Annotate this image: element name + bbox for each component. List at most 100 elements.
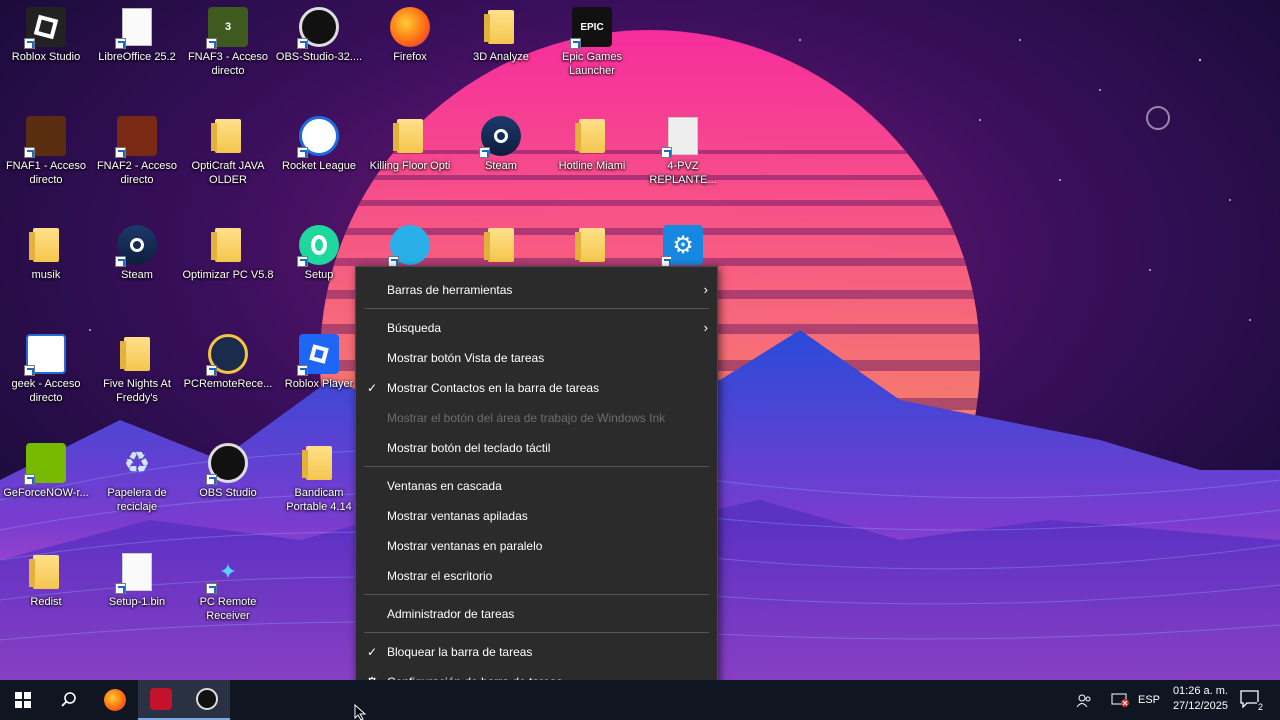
search-button[interactable] — [46, 680, 92, 720]
desktop-icon[interactable]: OBS Studio — [182, 436, 274, 500]
menu-separator — [364, 632, 709, 633]
pc-remote-receiver-icon: ✦ — [206, 551, 249, 594]
desktop-icon[interactable]: Roblox Player — [273, 327, 365, 391]
taskbar-game[interactable] — [138, 680, 184, 720]
desktop-icon[interactable] — [364, 218, 456, 268]
steam-icon — [115, 224, 158, 267]
shortcut-arrow-icon — [297, 147, 308, 158]
desktop-icon[interactable]: ⚙ — [637, 218, 729, 268]
clock[interactable]: 01:26 a. m. 27/12/2025 — [1173, 684, 1228, 714]
desktop-icon[interactable]: Five Nights At Freddy's — [91, 327, 183, 405]
desktop-icon[interactable]: Steam — [455, 109, 547, 173]
app-icon — [388, 224, 431, 267]
network-disconnected-icon[interactable] — [1111, 693, 1129, 710]
menu-item[interactable]: Mostrar botón Vista de tareas — [356, 343, 717, 373]
desktop-icon-label: GeForceNOW-r... — [3, 487, 89, 499]
desktop-icon-label: Steam — [121, 269, 153, 281]
clock-date: 27/12/2025 — [1172, 700, 1228, 712]
desktop-icon-label: Roblox Studio — [11, 51, 81, 63]
settings-file-icon — [661, 115, 704, 158]
firefox-icon — [389, 6, 431, 48]
menu-item[interactable]: ✓ Mostrar Contactos en la barra de tareas — [356, 373, 717, 403]
desktop-icon[interactable]: musik — [0, 218, 92, 282]
desktop-icon[interactable]: PCRemoteRece... — [182, 327, 274, 391]
desktop-icon[interactable]: Roblox Studio — [0, 0, 92, 64]
desktop-icon-label: musik — [31, 269, 61, 281]
shortcut-arrow-icon — [24, 474, 35, 485]
desktop-icon[interactable]: Killing Floor Opti — [364, 109, 456, 173]
action-center-button[interactable]: 2 — [1240, 690, 1264, 712]
menu-item[interactable]: Ventanas en cascada — [356, 471, 717, 501]
folder-icon — [25, 551, 67, 593]
shortcut-arrow-icon — [115, 583, 126, 594]
gear-icon: ⚙ — [661, 224, 704, 267]
desktop-icon-label: Killing Floor Opti — [369, 160, 451, 172]
desktop-icon[interactable]: Optimizar PC V5.8 — [182, 218, 274, 282]
desktop-icon[interactable]: Firefox — [364, 0, 456, 64]
desktop-icon[interactable]: OptiCraft JAVA OLDER — [182, 109, 274, 187]
menu-item-label: Búsqueda — [387, 321, 442, 335]
desktop-icon-label: 4-PVZ REPLANTE... — [649, 160, 717, 186]
folder-icon — [571, 224, 613, 266]
desktop-icon-label: LibreOffice 25.2 — [98, 51, 176, 63]
menu-item[interactable]: Mostrar ventanas en paralelo — [356, 531, 717, 561]
desktop-icon[interactable]: Bandicam Portable 4.14 — [273, 436, 365, 514]
desktop-icon-label: FNAF2 - Acceso directo — [96, 160, 178, 186]
shortcut-arrow-icon — [297, 38, 308, 49]
menu-item[interactable]: Mostrar ventanas apiladas — [356, 501, 717, 531]
desktop-icon[interactable]: Setup-1.bin — [91, 545, 183, 609]
geek-icon — [24, 333, 67, 376]
desktop-icon[interactable]: FNAF1 - Acceso directo — [0, 109, 92, 187]
desktop-icon-label: Epic Games Launcher — [562, 51, 622, 77]
menu-item-label: Mostrar ventanas en paralelo — [387, 539, 543, 553]
desktop-icon-label: OptiCraft JAVA OLDER — [191, 160, 265, 186]
fnaf1-icon — [24, 115, 67, 158]
chevron-right-icon: › — [703, 320, 708, 335]
desktop-icon[interactable]: Redist — [0, 545, 92, 609]
menu-item[interactable]: Mostrar botón del teclado táctil — [356, 433, 717, 463]
desktop-icon[interactable]: 3D Analyze — [455, 0, 547, 64]
taskbar-firefox[interactable] — [92, 680, 138, 720]
language-indicator[interactable]: ESP — [1138, 694, 1160, 706]
desktop-icon[interactable]: FNAF2 - Acceso directo — [91, 109, 183, 187]
desktop-icon-label: Bandicam Portable 4.14 — [286, 487, 352, 513]
menu-item[interactable]: Barras de herramientas › — [356, 275, 717, 305]
obs-icon — [297, 6, 340, 49]
menu-item[interactable]: Mostrar el escritorio — [356, 561, 717, 591]
desktop-icon-label: Five Nights At Freddy's — [103, 378, 171, 404]
desktop-icon[interactable]: EPIC Epic Games Launcher — [546, 0, 638, 78]
desktop-icon[interactable]: geek - Acceso directo — [0, 327, 92, 405]
people-icon[interactable] — [1076, 693, 1092, 712]
desktop-icon-label: Setup — [304, 269, 334, 281]
desktop-icon[interactable]: Hotline Miami — [546, 109, 638, 173]
desktop-icon-label: OBS-Studio-32.... — [275, 51, 363, 63]
start-button[interactable] — [0, 680, 46, 720]
desktop-icon[interactable]: 4-PVZ REPLANTE... — [637, 109, 729, 187]
desktop-icon[interactable] — [455, 218, 547, 268]
desktop-icon[interactable]: Rocket League — [273, 109, 365, 173]
taskbar-obs[interactable] — [184, 680, 230, 720]
desktop-icon[interactable]: LibreOffice 25.2 — [91, 0, 183, 64]
desktop-icon[interactable] — [546, 218, 638, 268]
folder-icon — [116, 333, 158, 375]
desktop-icon[interactable]: GeForceNOW-r... — [0, 436, 92, 500]
desktop-icon[interactable]: ♻ Papelera de reciclaje — [91, 436, 183, 514]
desktop-icon[interactable]: Steam — [91, 218, 183, 282]
desktop-icon[interactable]: OBS-Studio-32.... — [273, 0, 365, 64]
menu-item[interactable]: Búsqueda › — [356, 313, 717, 343]
menu-item-label: Administrador de tareas — [387, 607, 515, 621]
desktop-icon[interactable]: 3 FNAF3 - Acceso directo — [182, 0, 274, 78]
shortcut-arrow-icon — [297, 256, 308, 267]
desktop-icon-label: PC Remote Receiver — [199, 596, 257, 622]
desktop-icon[interactable]: ✦ PC Remote Receiver — [182, 545, 274, 623]
shortcut-arrow-icon — [24, 38, 35, 49]
menu-separator — [364, 466, 709, 467]
folder-icon — [571, 115, 613, 157]
desktop-icon-label: Redist — [30, 596, 62, 608]
menu-item[interactable]: Administrador de tareas — [356, 599, 717, 629]
menu-item[interactable]: ✓ Bloquear la barra de tareas — [356, 637, 717, 667]
steam-icon — [479, 115, 522, 158]
menu-item: Mostrar el botón del área de trabajo de … — [356, 403, 717, 433]
desktop-icon[interactable]: Setup — [273, 218, 365, 282]
fnaf3-icon: 3 — [206, 6, 249, 49]
